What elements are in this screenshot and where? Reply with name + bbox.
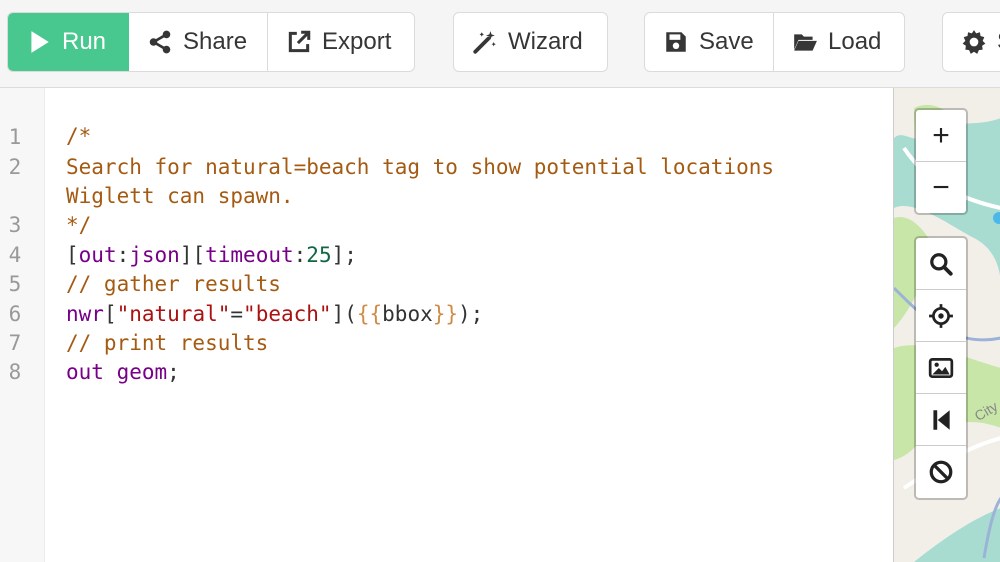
code-line-1: /* [66, 124, 92, 148]
code-line-6: nwr["natural"="beach"]({{bbox}}); [66, 300, 483, 328]
token: nwr [66, 302, 104, 326]
run-button[interactable]: Run [8, 13, 129, 71]
external-link-icon [286, 29, 312, 55]
export-button[interactable]: Export [268, 13, 414, 71]
token: "natural" [116, 302, 231, 326]
layers-button[interactable] [916, 342, 966, 394]
search-icon [930, 252, 953, 276]
settings-group: S [942, 12, 1000, 72]
line-number: 4 [8, 243, 22, 267]
wizard-button[interactable]: Wizard [454, 13, 607, 71]
zoom-in-button[interactable]: + [916, 110, 966, 162]
token: 25 [306, 243, 332, 267]
token: json [129, 243, 180, 267]
token: : [116, 243, 130, 267]
wizard-label: Wizard [508, 28, 583, 55]
folder-open-icon [792, 29, 818, 55]
clear-button[interactable] [916, 446, 966, 497]
crosshairs-icon [929, 303, 953, 328]
token: geom [116, 360, 168, 384]
step-backward-icon [933, 409, 950, 430]
line-number: 6 [8, 302, 22, 326]
ban-icon [929, 460, 953, 483]
line-number: 1 [8, 125, 22, 149]
settings-button[interactable]: S [943, 13, 1000, 71]
code-line-7: // print results [66, 331, 269, 355]
share-label: Share [183, 28, 248, 55]
minus-icon: − [932, 170, 950, 204]
line-number: 7 [8, 331, 22, 355]
token: ]( [331, 302, 357, 326]
load-label: Load [828, 28, 882, 55]
token: [ [103, 302, 117, 326]
code-line-2-wrap: Wiglett can spawn. [66, 184, 294, 208]
save-load-group: Save Load [644, 12, 905, 72]
line-number: 3 [8, 213, 22, 237]
plus-icon: + [932, 118, 950, 152]
zoom-out-button[interactable]: − [916, 162, 966, 213]
save-label: Save [699, 28, 754, 55]
load-button[interactable]: Load [774, 13, 904, 71]
token: {{ [356, 302, 383, 326]
line-number: 8 [8, 360, 22, 384]
code-editor[interactable]: 1 2 3 4 5 6 7 8 /* Search for natural=be… [0, 88, 893, 562]
token: [ [66, 243, 79, 267]
wizard-group: Wizard [453, 12, 608, 72]
magic-wand-icon [472, 29, 498, 55]
token: out [78, 243, 117, 267]
line-number: 5 [8, 272, 22, 296]
line-number-gutter: 1 2 3 4 5 6 7 8 [0, 88, 45, 562]
play-icon [26, 29, 52, 55]
token: out [66, 360, 104, 384]
share-icon [147, 29, 173, 55]
code-line-8: out geom; [66, 358, 180, 386]
token: : [293, 243, 307, 267]
code-line-3: */ [66, 213, 92, 237]
locate-button[interactable] [916, 290, 966, 342]
save-button[interactable]: Save [645, 13, 774, 71]
gear-icon [961, 29, 987, 55]
line-number: 2 [8, 155, 22, 179]
export-label: Export [322, 28, 392, 55]
token: timeout [205, 243, 294, 267]
run-share-export-group: Run Share Export [7, 12, 415, 72]
run-label: Run [62, 28, 107, 55]
token: bbox [382, 302, 433, 326]
token: ); [458, 302, 484, 326]
token: "beach" [243, 302, 332, 326]
map-tools-control [914, 236, 968, 500]
toolbar: Run Share Export Wizard Save Load [0, 0, 1000, 88]
token: }} [432, 302, 459, 326]
token: ; [167, 360, 180, 384]
share-button[interactable]: Share [129, 13, 268, 71]
code-line-4: [out:json][timeout:25]; [66, 241, 357, 269]
reset-view-button[interactable] [916, 394, 966, 446]
search-button[interactable] [916, 238, 966, 290]
token: ]; [331, 243, 357, 267]
zoom-control: + − [914, 108, 968, 215]
image-icon [928, 357, 954, 378]
token: = [230, 302, 244, 326]
floppy-disk-icon [663, 29, 689, 55]
code-line-5: // gather results [66, 272, 281, 296]
code-line-2: Search for natural=beach tag to show pot… [66, 155, 775, 179]
token: ][ [179, 243, 206, 267]
